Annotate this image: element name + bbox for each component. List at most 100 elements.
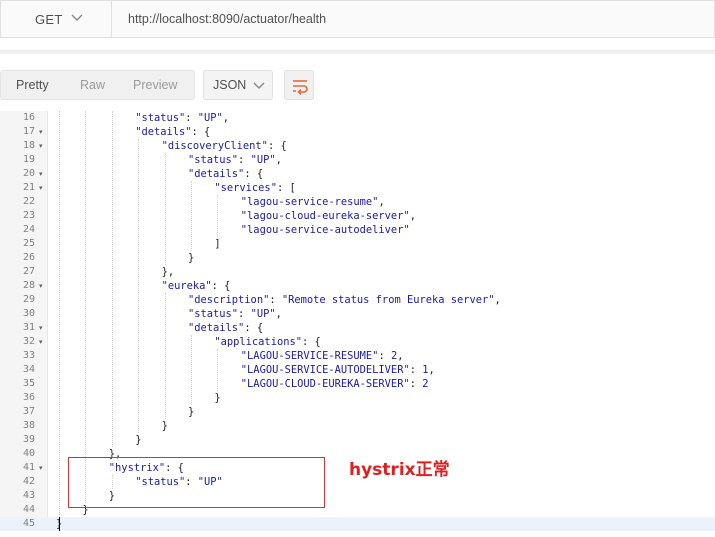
line-number: 32 xyxy=(22,336,35,347)
json-key-token: "eureka" xyxy=(161,280,212,292)
line-number: 19 xyxy=(22,154,35,165)
line-number: 40 xyxy=(22,448,35,459)
code-text: } xyxy=(188,405,194,419)
code-text: "LAGOU-SERVICE-AUTODELIVER": 1, xyxy=(241,363,435,377)
line-number: 45 xyxy=(22,518,35,529)
code-text: } xyxy=(162,419,168,433)
line-number: 17 xyxy=(22,126,35,137)
line-number: 31 xyxy=(22,322,35,333)
line-number: 30 xyxy=(22,308,35,319)
line-number: 29 xyxy=(22,294,35,305)
json-punct-token: } xyxy=(188,406,195,418)
code-text: "services": [ xyxy=(214,181,295,195)
code-line: 28 ▾ "eureka": { xyxy=(0,279,715,293)
code-line: 39} xyxy=(0,433,715,447)
code-line: 27}, xyxy=(0,265,715,279)
highlight-box xyxy=(68,457,325,508)
json-str-token: "lagou-service-autodeliver" xyxy=(240,224,410,236)
line-number: 24 xyxy=(22,224,35,235)
code-line: 45} xyxy=(0,517,715,531)
line-number: 22 xyxy=(22,196,35,207)
code-line: 37} xyxy=(0,405,715,419)
json-str-token: "UP" xyxy=(197,112,223,124)
code-line: 19 "status": "UP", xyxy=(0,153,715,167)
section-divider xyxy=(0,50,715,54)
code-line: 17 ▾ "details": { xyxy=(0,125,715,139)
json-key-token: "applications" xyxy=(214,336,302,348)
fold-toggle-icon[interactable]: ▾ xyxy=(39,279,43,293)
json-punct-token: : xyxy=(238,154,251,166)
json-punct-token: , xyxy=(409,210,416,222)
code-text: "description": "Remote status from Eurek… xyxy=(188,293,501,307)
json-punct-token: : xyxy=(269,294,282,306)
line-number: 39 xyxy=(22,434,35,445)
line-number: 16 xyxy=(22,112,35,123)
line-number: 26 xyxy=(22,252,35,263)
line-number: 27 xyxy=(22,266,35,277)
json-str-token: "lagou-service-resume" xyxy=(240,196,379,208)
code-line: 38} xyxy=(0,419,715,433)
json-punct-token: : { xyxy=(244,322,264,334)
fold-toggle-icon[interactable]: ▾ xyxy=(39,139,43,153)
code-text: "discoveryClient": { xyxy=(162,139,287,153)
line-number: 25 xyxy=(22,238,35,249)
annotation-label: hystrix正常 xyxy=(349,460,450,480)
json-punct-token: , xyxy=(397,350,404,362)
line-number: 21 xyxy=(22,182,35,193)
json-punct-token: : xyxy=(409,364,423,376)
code-line: 32 ▾ "applications": { xyxy=(0,335,715,349)
line-number: 37 xyxy=(22,406,35,417)
tab-pretty[interactable]: Pretty xyxy=(1,71,65,99)
code-line: 25] xyxy=(0,237,715,251)
code-line: 34 "LAGOU-SERVICE-AUTODELIVER": 1, xyxy=(0,363,715,377)
json-punct-token: : { xyxy=(244,168,264,180)
code-line: 26} xyxy=(0,251,715,265)
code-line: 23 "lagou-cloud-eureka-server", xyxy=(0,209,715,223)
line-number: 42 xyxy=(22,476,35,487)
tab-raw[interactable]: Raw xyxy=(67,71,117,99)
fold-toggle-icon[interactable]: ▾ xyxy=(39,167,43,181)
fold-toggle-icon[interactable]: ▾ xyxy=(39,125,43,139)
json-punct-token: , xyxy=(378,196,385,208)
json-punct-token: } xyxy=(135,434,142,446)
json-key-token: "details" xyxy=(188,168,245,180)
method-dropdown[interactable]: GET xyxy=(0,0,111,38)
code-line: 16 "status": "UP", xyxy=(0,111,715,125)
json-punct-token: , xyxy=(275,308,282,320)
json-key-token: "status" xyxy=(188,154,239,166)
code-text: "details": { xyxy=(188,321,263,335)
line-number: 44 xyxy=(22,504,35,515)
json-punct-token: : { xyxy=(301,336,321,348)
line-number: 38 xyxy=(22,420,35,431)
code-line: 30 "status": "UP", xyxy=(0,307,715,321)
code-line: 18 ▾ "discoveryClient": { xyxy=(0,139,715,153)
json-key-token: "details" xyxy=(135,126,192,138)
wrap-lines-button[interactable] xyxy=(284,70,314,100)
format-dropdown[interactable]: JSON xyxy=(203,70,273,100)
json-punct-token: }, xyxy=(161,266,175,278)
tab-preview[interactable]: Preview xyxy=(119,71,195,99)
request-bar: GET http://localhost:8090/actuator/healt… xyxy=(0,0,715,40)
format-label: JSON xyxy=(213,78,247,92)
view-mode-tabs: Pretty Raw Preview xyxy=(0,70,195,100)
fold-toggle-icon[interactable]: ▾ xyxy=(39,335,43,349)
fold-toggle-icon[interactable]: ▾ xyxy=(39,321,43,335)
code-text: "applications": { xyxy=(214,335,320,349)
json-punct-token: , xyxy=(428,364,435,376)
code-text: "LAGOU-CLOUD-EUREKA-SERVER": 2 xyxy=(241,377,429,391)
json-key-token: "status" xyxy=(188,308,239,320)
code-text: "lagou-service-autodeliver" xyxy=(241,223,410,237)
code-text: "status": "UP", xyxy=(188,153,282,167)
code-text: "status": "UP", xyxy=(135,111,229,125)
code-text: "lagou-cloud-eureka-server", xyxy=(241,209,416,223)
fold-toggle-icon[interactable]: ▾ xyxy=(39,181,43,195)
line-number: 23 xyxy=(22,210,35,221)
json-key-token: "discoveryClient" xyxy=(161,140,268,152)
line-number: 35 xyxy=(22,378,35,389)
fold-toggle-icon[interactable]: ▾ xyxy=(39,461,43,475)
json-str-token: "UP" xyxy=(250,308,276,320)
json-punct-token: , xyxy=(494,294,501,306)
line-number: 18 xyxy=(22,140,35,151)
url-input[interactable]: http://localhost:8090/actuator/health xyxy=(111,0,715,38)
code-text: "lagou-service-resume", xyxy=(241,195,385,209)
